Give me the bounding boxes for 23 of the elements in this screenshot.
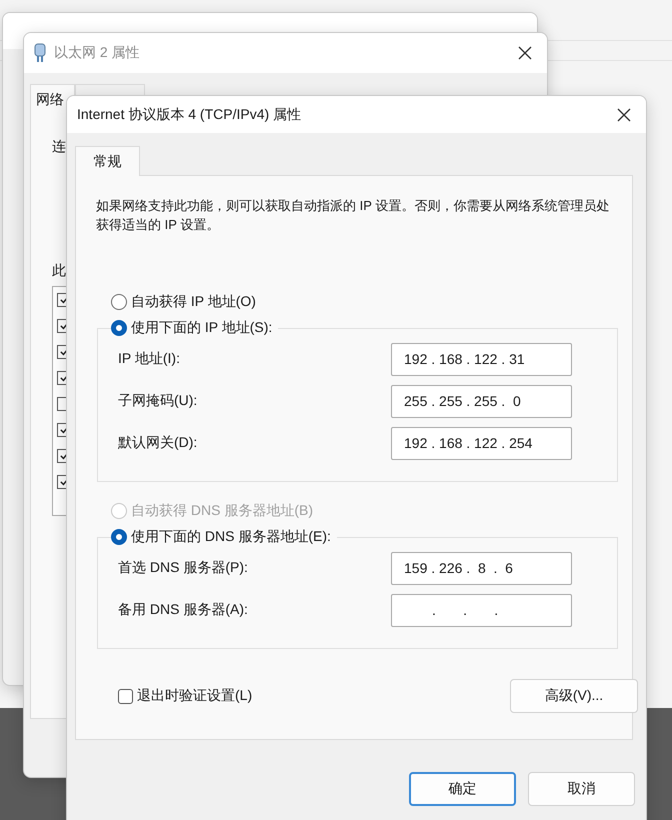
window-title: Internet 协议版本 4 (TCP/IPv4) 属性 <box>77 106 302 124</box>
ip-field[interactable]: 159 . 226 . 8 . 6 <box>391 552 572 584</box>
ip-field[interactable]: 255 . 255 . 255 . 0 <box>391 384 572 418</box>
tab[interactable]: 常规 <box>75 146 140 176</box>
field-label: 默认网关(D): <box>118 434 198 452</box>
section-label: 此 <box>52 262 66 280</box>
ip-field[interactable]: 192 . 168 . 122 . 254 <box>391 426 572 460</box>
advanced-button[interactable]: 高级(V)... <box>510 679 638 713</box>
section-label: 连 <box>52 138 66 156</box>
ip-field[interactable]: 192 . 168 . 122 . 31 <box>391 342 572 376</box>
close-icon <box>617 108 631 122</box>
network-adapter-icon <box>34 43 46 63</box>
dialog-button[interactable]: 取消 <box>528 772 635 806</box>
field-label: 子网掩码(U): <box>118 392 198 410</box>
ip-field[interactable]: . . . <box>391 594 572 626</box>
field-label: 首选 DNS 服务器(P): <box>118 559 248 577</box>
close-icon <box>518 46 532 60</box>
window-title: 以太网 2 属性 <box>54 44 141 62</box>
field-label: IP 地址(I): <box>118 350 180 368</box>
tab[interactable]: 网络 <box>30 84 75 114</box>
dialog-button[interactable]: 确定 <box>409 772 516 806</box>
description-text: 如果网络支持此功能，则可以获取自动指派的 IP 设置。否则，你需要从网络系统管理员处获得适当的 IP 设置。 <box>96 197 610 234</box>
field-label: 备用 DNS 服务器(A): <box>118 601 248 619</box>
